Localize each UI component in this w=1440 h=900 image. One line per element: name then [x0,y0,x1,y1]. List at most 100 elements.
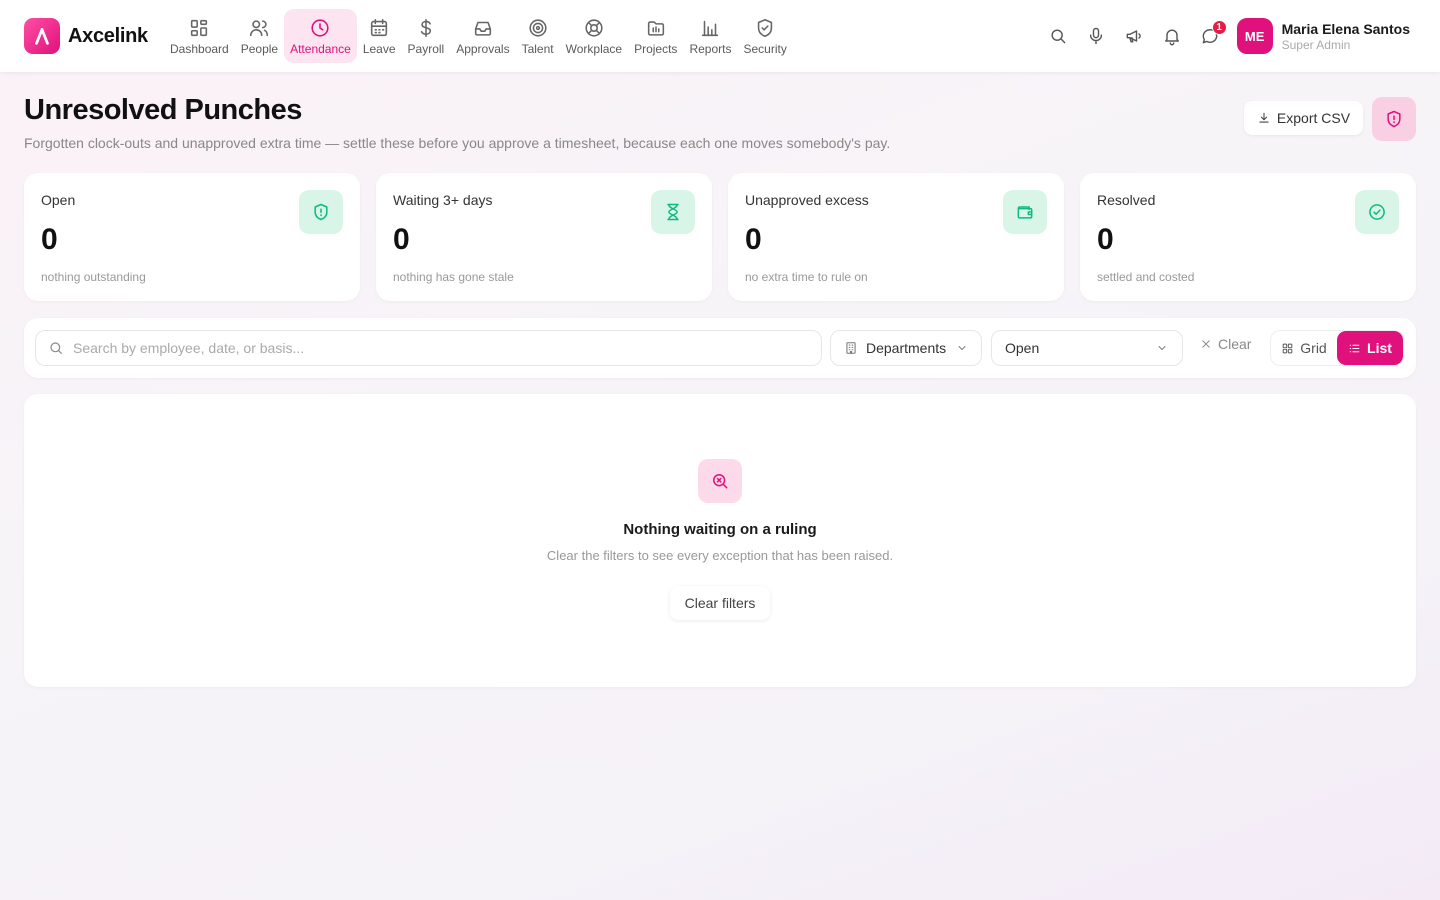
brand-name: Axcelink [68,24,148,47]
megaphone-icon [1126,30,1141,43]
user-name: Maria Elena Santos [1281,20,1410,37]
stat-value: 0 [393,223,410,256]
list-icon [1349,344,1360,352]
inbox-icon [474,21,492,36]
bell-icon [1164,29,1179,46]
lifebuoy-icon [585,18,603,37]
export-csv-label: Export CSV [1276,110,1351,126]
search-button[interactable] [1039,17,1077,55]
status-select[interactable]: Open [991,330,1183,366]
nav-item-talent[interactable]: Talent [516,9,560,63]
stat-value: 0 [1097,223,1114,256]
nav-label: Payroll [407,41,445,56]
nav-label: Dashboard [170,41,229,56]
nav-label: Workplace [565,41,623,56]
user-role: Super Admin [1281,37,1351,52]
policy-shield-button[interactable] [1372,97,1416,141]
people-icon [250,19,269,36]
target-icon [529,18,547,37]
clear-label: Clear [1218,336,1252,352]
calendar-icon [371,18,388,36]
stat-label: Resolved [1097,192,1156,208]
stat-value: 0 [41,223,58,256]
nav-item-payroll[interactable]: Payroll [402,9,451,63]
download-icon [1259,112,1269,123]
nav-item-reports[interactable]: Reports [683,9,737,63]
stat-card-open: Open 0 nothing outstanding [24,173,360,301]
messages-button[interactable]: 1 [1191,17,1229,55]
nav-item-security[interactable]: Security [737,9,792,63]
voice-button[interactable] [1077,17,1115,55]
nav-label: Security [743,41,787,56]
departments-label: Departments [866,340,947,356]
list-view-button[interactable]: List [1337,331,1403,365]
dashboard-icon [191,19,208,36]
nav-item-dashboard[interactable]: Dashboard [164,9,235,63]
dollar-icon [420,18,431,37]
search-x-icon [698,459,742,503]
empty-state-title: Nothing waiting on a ruling [623,521,817,538]
announcements-button[interactable] [1115,17,1153,55]
stat-value: 0 [745,223,762,256]
shield-icon [757,18,773,37]
stat-note: nothing outstanding [41,270,146,284]
hourglass-icon [651,190,695,234]
filter-bar: Departments Open Clear Grid List [24,318,1416,378]
stat-note: no extra time to rule on [745,270,868,284]
stat-label: Waiting 3+ days [393,192,493,208]
bar-chart-icon [702,20,719,36]
nav-item-workplace[interactable]: Workplace [560,9,628,63]
clear-button[interactable]: Clear [1200,336,1251,352]
status-select-value: Open [1005,340,1040,356]
user-info: Maria Elena Santos Super Admin [1282,21,1410,52]
nav-label: Talent [521,41,554,56]
nav-item-attendance[interactable]: Attendance [284,9,357,63]
shield-alert-icon [299,190,343,234]
brand[interactable]: Axcelink [24,18,164,54]
page-subtitle: Forgotten clock-outs and unapproved extr… [24,135,891,151]
search-input[interactable] [73,340,773,356]
stat-card-unapproved-excess: Unapproved excess 0 no extra time to rul… [728,173,1064,301]
chevron-down-icon [958,346,966,350]
nav-label: Approvals [456,41,510,56]
nav-item-leave[interactable]: Leave [357,9,402,63]
main-nav: Dashboard People Attendance Leave Payrol… [164,0,793,72]
stat-note: settled and costed [1097,270,1195,284]
clock-icon [311,18,330,37]
notifications-button[interactable] [1153,17,1191,55]
check-circle-icon [1355,190,1399,234]
avatar: ME [1236,18,1273,54]
results-panel: Nothing waiting on a ruling Clear the fi… [24,394,1416,687]
nav-item-approvals[interactable]: Approvals [450,9,515,63]
stat-note: nothing has gone stale [393,270,514,284]
chevron-down-icon [1158,346,1166,350]
grid-icon [1282,343,1293,353]
close-icon [1202,340,1210,348]
nav-label: Reports [689,41,732,56]
nav-item-people[interactable]: People [235,9,284,63]
building-icon [846,342,856,354]
clear-filters-button[interactable]: Clear filters [670,586,770,620]
nav-label: Projects [634,41,678,56]
nav-label: Leave [362,41,396,56]
user-menu[interactable]: ME Maria Elena Santos Super Admin [1236,18,1410,54]
search-box[interactable] [35,330,822,366]
departments-select[interactable]: Departments [830,330,982,366]
view-toggle: Grid List [1270,330,1404,366]
nav-label: People [240,41,279,56]
grid-view-button[interactable]: Grid [1271,331,1337,365]
microphone-icon [1089,27,1102,45]
search-icon [50,342,62,354]
stat-card-waiting: Waiting 3+ days 0 nothing has gone stale [376,173,712,301]
grid-label: Grid [1300,340,1327,356]
nav-item-projects[interactable]: Projects [628,9,683,63]
shield-alert-icon [1387,110,1401,128]
top-nav-bar: Axcelink Dashboard People Attendance Lea… [0,0,1440,72]
empty-state-subtitle: Clear the filters to see every exception… [546,548,894,563]
wallet-icon [1003,190,1047,234]
folder-icon [647,20,664,36]
search-icon [1051,29,1065,44]
page-title: Unresolved Punches [24,94,302,126]
list-label: List [1367,340,1392,356]
export-csv-button[interactable]: Export CSV [1244,101,1363,135]
